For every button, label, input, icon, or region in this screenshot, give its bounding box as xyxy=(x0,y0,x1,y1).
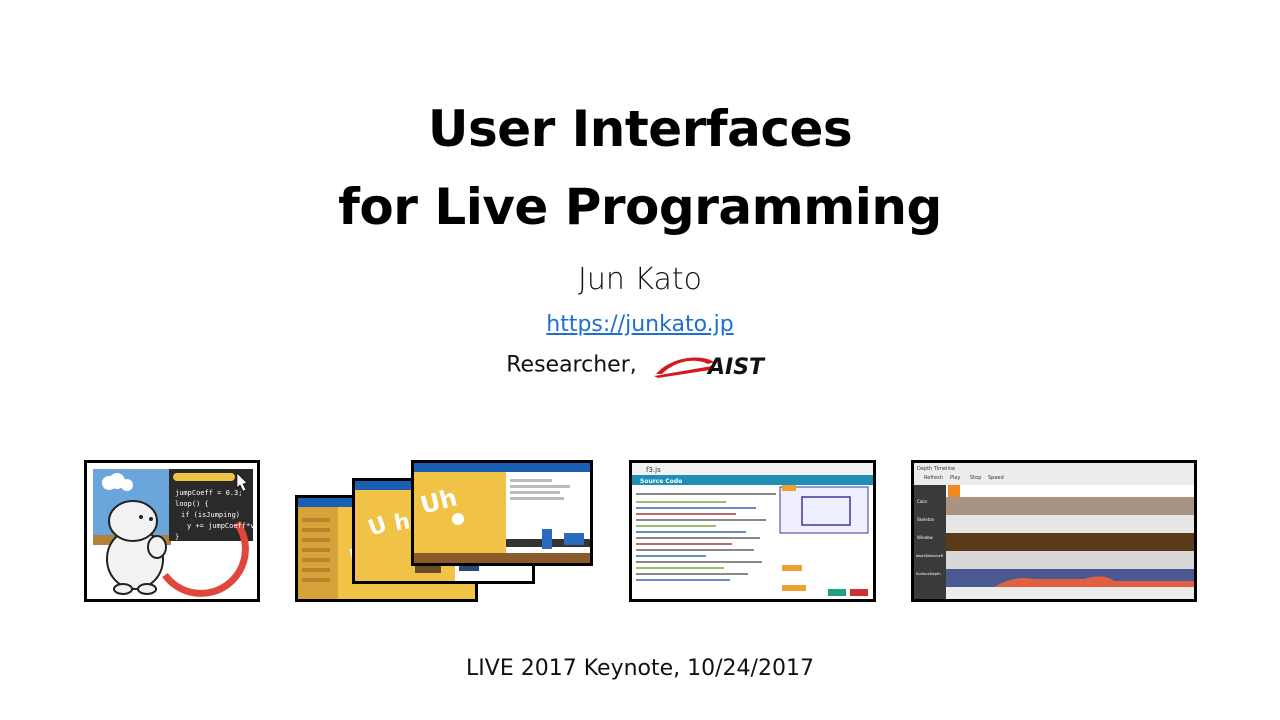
timeline-row-label: Window xyxy=(917,535,934,540)
timeline-row-label: depthDistanceR xyxy=(916,554,944,558)
timeline-row-label: Color xyxy=(917,499,928,504)
title-line-1: User Interfaces xyxy=(427,100,853,158)
thumbnail-f3js-editor: f3.js Source Code xyxy=(629,460,876,602)
affiliation: Researcher, AIST xyxy=(0,352,1280,378)
speed-label: Speed xyxy=(988,475,1004,481)
character-scene: jumpCoeff = 0.3; loop() { if (isJumping)… xyxy=(87,463,257,599)
lyrics-canvas: Uh xyxy=(414,472,590,563)
code-line: } xyxy=(175,533,179,541)
affiliation-label: Researcher, xyxy=(506,352,637,378)
code-line: jumpCoeff = 0.3; xyxy=(175,489,242,497)
code-line: if (isJumping) xyxy=(181,511,240,519)
code-line: y += jumpCoeff*v; xyxy=(187,522,257,530)
tab-label: Source Code xyxy=(640,478,682,485)
aist-logo: AIST xyxy=(653,355,766,378)
title-line-2: for Live Programming xyxy=(338,178,942,236)
timeline-row-label: Skeleton xyxy=(917,517,935,522)
timeline-view: Depth Timeline Refresh Play Stop Speed C… xyxy=(914,463,1194,599)
footer-event-date: LIVE 2017 Keynote, 10/24/2017 xyxy=(466,656,814,681)
timeline-button: Play xyxy=(950,475,960,481)
file-label: f3.js xyxy=(646,466,661,474)
timeline-button: Refresh xyxy=(924,475,943,481)
timeline-row-label: SurfaceDepth xyxy=(916,572,941,576)
svg-text:AIST: AIST xyxy=(706,355,766,378)
homepage-link[interactable]: https://junkato.jp xyxy=(546,312,733,337)
homepage-link-container: https://junkato.jp xyxy=(0,312,1280,337)
timeline-title: Depth Timeline xyxy=(917,466,955,472)
editor-view: f3.js Source Code xyxy=(632,463,873,599)
author-name: Jun Kato xyxy=(577,262,703,297)
thumbnail-textalive-3: Uh xyxy=(411,460,593,566)
thumbnail-character-code: jumpCoeff = 0.3; loop() { if (isJumping)… xyxy=(84,460,260,602)
timeline-button: Stop xyxy=(970,475,981,481)
thumbnail-depth-timeline: Depth Timeline Refresh Play Stop Speed C… xyxy=(911,460,1197,602)
code-line: loop() { xyxy=(175,500,209,508)
window-titlebar xyxy=(414,463,590,472)
